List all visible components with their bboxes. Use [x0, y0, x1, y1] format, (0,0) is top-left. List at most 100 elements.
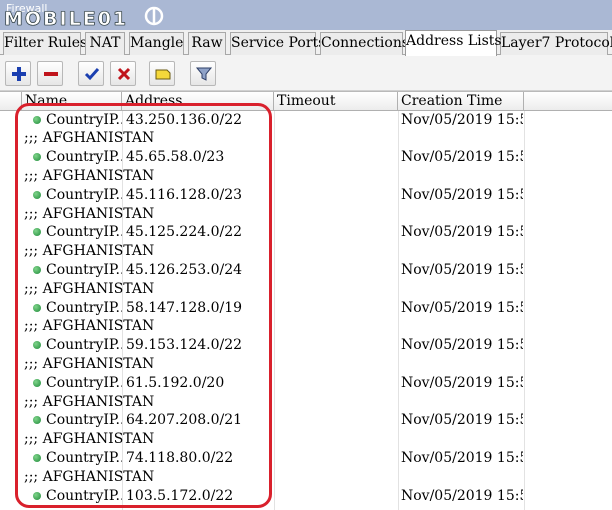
cell-created: Nov/05/2019 15:5...	[401, 374, 523, 391]
cell-name: CountryIP...	[46, 374, 122, 391]
comment-text: ;;; AFGHANISTAN	[24, 431, 155, 448]
comment-row[interactable]: ;;; AFGHANISTAN	[0, 468, 612, 487]
comment-row[interactable]: ;;; AFGHANISTAN	[0, 280, 612, 299]
cell-address: 45.125.224.0/22	[126, 224, 243, 241]
cell-address: 45.116.128.0/23	[126, 186, 243, 203]
table-row[interactable]: CountryIP... 103.5.172.0/22 Nov/05/2019 15…	[0, 487, 612, 506]
tab-bar: Filter Rules NAT Mangle Raw Service Port…	[0, 30, 612, 56]
cell-created: Nov/05/2019 15:5...	[401, 186, 523, 203]
comment-row[interactable]: ;;; AFGHANISTAN	[0, 129, 612, 148]
cell-address: 61.5.192.0/20	[126, 374, 225, 391]
enabled-status-icon	[33, 341, 41, 350]
cell-address: 74.118.80.0/22	[126, 449, 234, 466]
tab-raw[interactable]: Raw	[188, 32, 226, 55]
comment-text: ;;; AFGHANISTAN	[24, 355, 155, 372]
x-icon	[117, 67, 131, 81]
enabled-status-icon	[33, 115, 41, 124]
comment-text: ;;; AFGHANISTAN	[24, 280, 155, 297]
table-row[interactable]: CountryIP... 59.153.124.0/22 Nov/05/2019 1…	[0, 336, 612, 355]
table-row[interactable]: CountryIP... 43.250.136.0/22 Nov/05/2019 1…	[0, 111, 612, 130]
comment-row[interactable]: ;;; AFGHANISTAN	[0, 205, 612, 224]
comment-text: ;;; AFGHANISTAN	[24, 130, 155, 147]
header-selector-column	[0, 92, 22, 111]
address-list-table: Name Address Timeout Creation Time Count…	[0, 91, 612, 510]
cell-address: 103.5.172.0/22	[126, 487, 234, 504]
comment-row[interactable]: ;;; AFGHANISTAN	[0, 167, 612, 186]
cell-created: Nov/05/2019 15:5...	[401, 261, 523, 278]
minus-icon	[44, 72, 58, 76]
enabled-status-icon	[33, 265, 41, 274]
cell-created: Nov/05/2019 15:5...	[401, 412, 523, 429]
cell-name: CountryIP...	[46, 224, 122, 241]
comment-text: ;;; AFGHANISTAN	[24, 205, 155, 222]
column-header-timeout[interactable]: Timeout	[274, 92, 398, 111]
note-icon	[155, 69, 171, 80]
tab-mangle[interactable]: Mangle	[129, 32, 184, 55]
cell-address: 59.153.124.0/22	[126, 337, 243, 354]
cell-created: Nov/05/2019 15:5...	[401, 449, 523, 466]
cell-name: CountryIP...	[46, 186, 122, 203]
cell-name: CountryIP...	[46, 412, 122, 429]
filter-button[interactable]	[190, 61, 216, 86]
table-row[interactable]: CountryIP... 45.116.128.0/23 Nov/05/2019 1…	[0, 186, 612, 205]
table-header: Name Address Timeout Creation Time	[0, 92, 612, 111]
cell-name: CountryIP...	[46, 449, 122, 466]
cell-name: CountryIP...	[46, 261, 122, 278]
toolbar	[0, 55, 612, 91]
filter-icon	[195, 67, 213, 81]
cell-created: Nov/05/2019 15:5...	[401, 337, 523, 354]
comment-text: ;;; AFGHANISTAN	[24, 318, 155, 335]
tab-service-ports[interactable]: Service Ports	[230, 32, 325, 55]
cell-created: Nov/05/2019 15:5...	[401, 299, 523, 316]
comment-row[interactable]: ;;; AFGHANISTAN	[0, 355, 612, 374]
comment-row[interactable]: ;;; AFGHANISTAN	[0, 242, 612, 261]
table-row[interactable]: CountryIP... 45.126.253.0/24 Nov/05/2019 1…	[0, 261, 612, 280]
watermark-logo-icon	[144, 6, 164, 26]
table-row[interactable]: CountryIP... 61.5.192.0/20 Nov/05/2019 15:…	[0, 374, 612, 393]
enabled-status-icon	[33, 378, 41, 387]
cell-name: CountryIP...	[46, 111, 122, 128]
table-row[interactable]: CountryIP... 45.65.58.0/23 Nov/05/2019 15:…	[0, 148, 612, 167]
table-row[interactable]: CountryIP... 64.207.208.0/21 Nov/05/2019 1…	[0, 411, 612, 430]
cell-created: Nov/05/2019 15:5...	[401, 224, 523, 241]
comment-row[interactable]: ;;; AFGHANISTAN	[0, 317, 612, 336]
comment-text: ;;; AFGHANISTAN	[24, 167, 155, 184]
cell-name: CountryIP...	[46, 299, 122, 316]
enable-button[interactable]	[78, 61, 104, 86]
cell-name: CountryIP...	[46, 337, 122, 354]
cell-name: CountryIP...	[46, 487, 122, 504]
cell-address: 45.126.253.0/24	[126, 261, 243, 278]
column-header-address[interactable]: Address	[122, 92, 274, 111]
cell-address: 43.250.136.0/22	[126, 111, 243, 128]
enabled-status-icon	[33, 190, 41, 199]
enabled-status-icon	[33, 153, 41, 162]
comment-row[interactable]: ;;; AFGHANISTAN	[0, 393, 612, 412]
tab-connections[interactable]: Connections	[320, 32, 409, 55]
comment-text: ;;; AFGHANISTAN	[24, 243, 155, 260]
remove-button[interactable]	[37, 61, 63, 86]
cell-address: 64.207.208.0/21	[126, 412, 243, 429]
column-header-creation-time[interactable]: Creation Time	[398, 92, 524, 111]
tab-nat[interactable]: NAT	[85, 32, 125, 55]
enabled-status-icon	[33, 416, 41, 425]
enabled-status-icon	[33, 453, 41, 462]
enabled-status-icon	[33, 303, 41, 312]
cell-created: Nov/05/2019 15:5...	[401, 487, 523, 504]
comment-text: ;;; AFGHANISTAN	[24, 393, 155, 410]
cell-name: CountryIP...	[46, 149, 122, 166]
table-row[interactable]: CountryIP... 45.125.224.0/22 Nov/05/2019 1…	[0, 223, 612, 242]
tab-address-lists[interactable]: Address Lists	[405, 30, 502, 56]
tab-layer7-protocols[interactable]: Layer7 Protocols	[500, 32, 612, 55]
enabled-status-icon	[33, 228, 41, 237]
disable-button[interactable]	[110, 61, 136, 86]
cell-created: Nov/05/2019 15:5...	[401, 149, 523, 166]
column-header-name[interactable]: Name	[22, 92, 122, 111]
table-row[interactable]: CountryIP... 74.118.80.0/22 Nov/05/2019 15…	[0, 449, 612, 468]
table-row[interactable]: CountryIP... 58.147.128.0/19 Nov/05/2019 1…	[0, 299, 612, 318]
tab-filter-rules[interactable]: Filter Rules	[3, 32, 87, 55]
add-button[interactable]	[5, 61, 31, 86]
comment-button[interactable]	[149, 61, 175, 86]
comment-text: ;;; AFGHANISTAN	[24, 468, 155, 485]
comment-row[interactable]: ;;; AFGHANISTAN	[0, 430, 612, 449]
cell-address: 45.65.58.0/23	[126, 149, 225, 166]
